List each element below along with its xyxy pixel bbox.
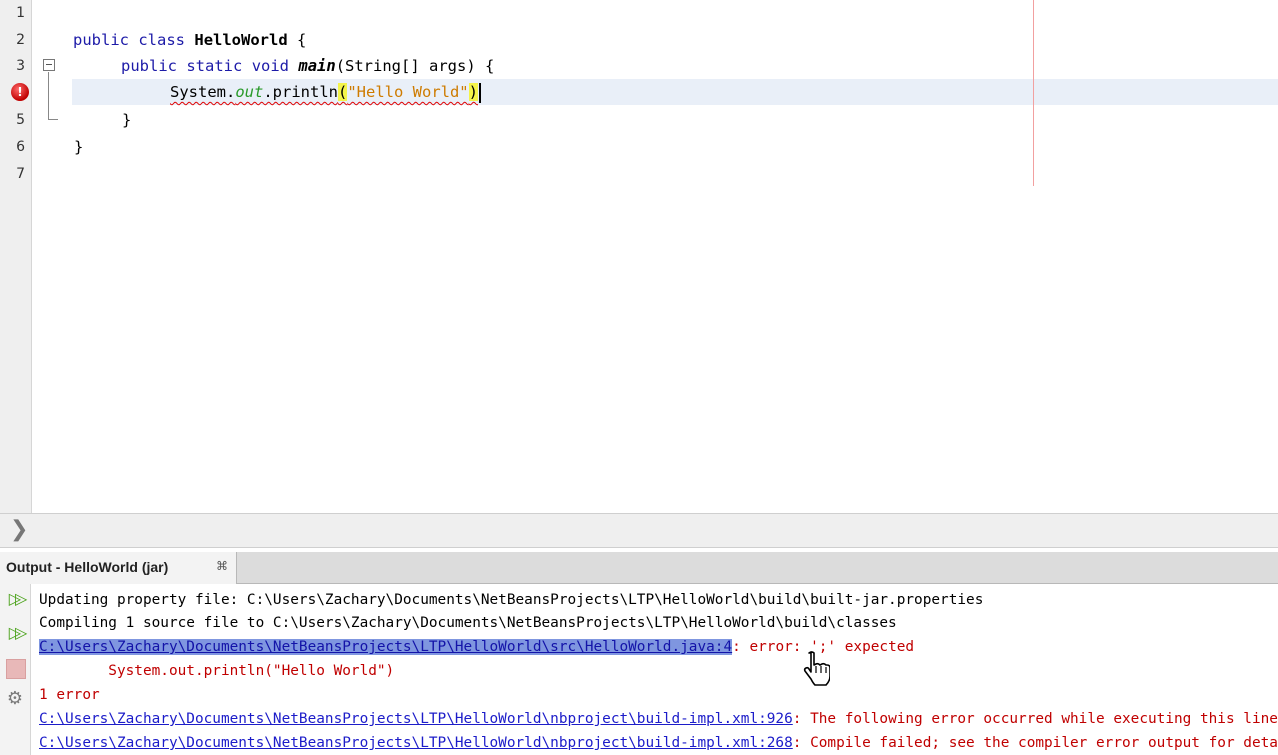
code-line-6[interactable]: }: [74, 134, 83, 160]
line-number: 7: [16, 166, 25, 182]
error-underline: System.out.println("Hello World"): [170, 83, 478, 101]
method-call: .println: [263, 83, 338, 101]
line-number: 3: [16, 58, 25, 74]
code-line-5[interactable]: }: [122, 107, 131, 133]
error-link[interactable]: C:\Users\Zachary\Documents\NetBeansProje…: [39, 735, 793, 751]
stop-icon[interactable]: [6, 659, 26, 679]
brace: }: [74, 138, 84, 156]
expand-icon[interactable]: ❯: [10, 519, 28, 541]
output-line: 1 error: [39, 687, 100, 703]
error-link[interactable]: C:\Users\Zachary\Documents\NetBeansProje…: [39, 711, 793, 727]
output-line: Compiling 1 source file to C:\Users\Zach…: [39, 615, 897, 631]
line-number: 2: [16, 32, 25, 48]
keyword: static: [186, 57, 243, 75]
output-line: C:\Users\Zachary\Documents\NetBeansProje…: [39, 707, 1278, 731]
tab-output-label: Output - HelloWorld (jar): [6, 559, 169, 575]
fold-guide: [48, 72, 49, 119]
method-params: (String[] args) {: [335, 57, 495, 75]
line-number-gutter: 1 2 3 ! 5 6 7: [0, 0, 32, 513]
tab-close-icon[interactable]: ⌘: [216, 559, 228, 573]
text-caret: [479, 82, 481, 103]
output-console[interactable]: Updating property file: C:\Users\Zachary…: [39, 588, 1278, 755]
fold-guide-end: [48, 119, 58, 120]
field-name: out: [235, 83, 264, 101]
brace: {: [297, 31, 307, 49]
code-line-2[interactable]: public class HelloWorld {: [73, 27, 306, 53]
code-line-4[interactable]: System.out.println("Hello World"): [170, 79, 481, 105]
panel-splitter[interactable]: ❯: [0, 513, 1278, 548]
output-tab-bar: Output - HelloWorld (jar) ⌘: [0, 552, 1278, 584]
right-margin-line: [1033, 0, 1034, 186]
matching-paren-close: ): [468, 83, 478, 101]
matching-paren-open: (: [337, 83, 348, 101]
hand-cursor-icon: [803, 651, 830, 686]
string-literal: "Hello World": [347, 83, 469, 101]
keyword: class: [138, 31, 186, 49]
keyword: public: [121, 57, 177, 75]
tab-output[interactable]: Output - HelloWorld (jar) ⌘: [0, 552, 237, 584]
rerun-alt-icon[interactable]: ▷▷: [4, 622, 28, 644]
method-name: main: [298, 57, 336, 75]
line-number: 6: [16, 139, 25, 155]
brace: }: [122, 111, 132, 129]
output-line: System.out.println("Hello World"): [39, 663, 395, 679]
output-line: C:\Users\Zachary\Documents\NetBeansProje…: [39, 731, 1278, 755]
error-message: : The following error occurred while exe…: [792, 711, 1278, 727]
error-icon[interactable]: !: [11, 83, 29, 101]
error-link[interactable]: C:\Users\Zachary\Documents\NetBeansProje…: [39, 639, 733, 655]
rerun-icon[interactable]: ▷▷: [4, 588, 28, 610]
output-line: Updating property file: C:\Users\Zachary…: [39, 592, 984, 608]
code-editor[interactable]: 1 2 3 ! 5 6 7 public class HelloWorld { …: [0, 0, 1278, 513]
line-number: 5: [16, 112, 25, 128]
error-message: : Compile failed; see the compiler error…: [792, 735, 1278, 751]
output-line: C:\Users\Zachary\Documents\NetBeansProje…: [39, 635, 914, 659]
class-name: HelloWorld: [194, 31, 288, 49]
object-name: System.: [170, 83, 236, 101]
settings-icon[interactable]: ⚙: [4, 688, 26, 710]
fold-icon[interactable]: [43, 59, 55, 71]
output-toolbar: ▷▷ ▷▷ ⚙: [0, 584, 31, 755]
keyword: public: [73, 31, 129, 49]
line-number: 1: [16, 5, 25, 21]
keyword: void: [251, 57, 290, 75]
code-line-3[interactable]: public static void main(String[] args) {: [121, 53, 494, 79]
